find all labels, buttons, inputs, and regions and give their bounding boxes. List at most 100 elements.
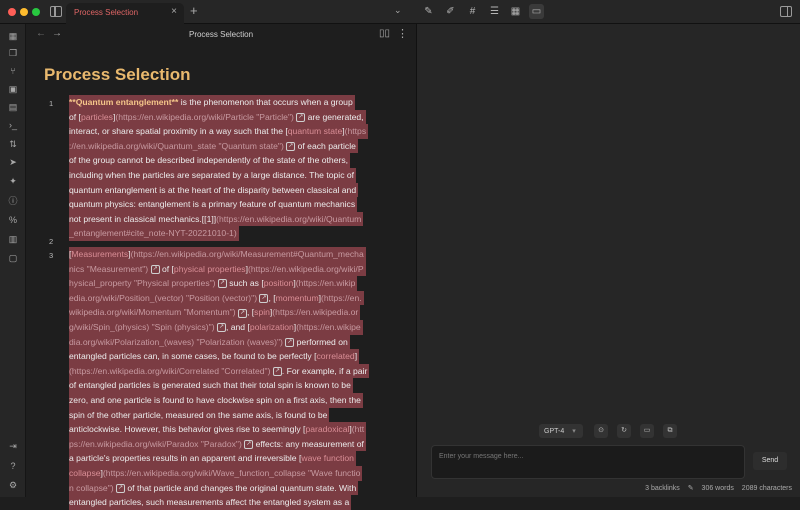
edit-pencil-icon[interactable]: ✎ bbox=[688, 485, 694, 492]
chat-icon[interactable]: ▭ bbox=[529, 4, 544, 19]
link-text[interactable]: paradoxical bbox=[305, 424, 349, 434]
link-text[interactable]: quantum state bbox=[288, 126, 342, 136]
text-line: collapse](https://en.wikipedia.org/wiki/… bbox=[69, 465, 363, 481]
terminal-icon[interactable]: ›_ bbox=[6, 118, 20, 132]
text-line: ps://en.wikipedia.org/wiki/Paradox "Para… bbox=[69, 436, 366, 452]
text-line: quantum physics: entanglement is a prima… bbox=[69, 197, 358, 212]
maximize-window-button[interactable] bbox=[32, 8, 40, 16]
list-icon[interactable]: ☰ bbox=[487, 4, 502, 19]
text-line: (https://en.wikipedia.org/wiki/Correlate… bbox=[69, 363, 370, 379]
save-chat-icon[interactable]: ▭ bbox=[640, 424, 654, 438]
link-text[interactable]: correlated bbox=[316, 351, 354, 361]
settings-icon[interactable]: ⚙ bbox=[6, 478, 20, 492]
text-line: spin of the other particle, measured on … bbox=[69, 407, 330, 423]
link-text[interactable]: particles bbox=[81, 112, 113, 122]
text-line: a particle's properties results in an ap… bbox=[69, 451, 356, 466]
line-number: 1 bbox=[49, 99, 54, 108]
right-sidebar-toggle-icon[interactable] bbox=[780, 6, 792, 17]
external-link-icon[interactable]: ↗ bbox=[296, 112, 306, 122]
line-number: 3 bbox=[49, 251, 54, 260]
link-text[interactable]: position bbox=[264, 278, 294, 288]
brush-settings-icon[interactable]: ✐ bbox=[443, 4, 458, 19]
pages-icon[interactable]: ▤ bbox=[6, 100, 20, 114]
calendar-icon[interactable]: ▦ bbox=[508, 4, 523, 19]
text-line: entangled particles, such measurements a… bbox=[69, 495, 352, 510]
graph-icon[interactable]: ⑂ bbox=[6, 64, 20, 78]
copy-icon[interactable]: ❐ bbox=[6, 46, 20, 60]
text-line: of entangled particles is generated such… bbox=[69, 378, 353, 393]
external-link-icon[interactable]: ↗ bbox=[216, 323, 226, 333]
external-link-icon[interactable]: ↗ bbox=[237, 308, 247, 318]
backlinks-count[interactable]: 3 backlinks bbox=[645, 485, 680, 492]
left-ribbon: ▦ ❐ ⑂ ▣ ▤ ›_ ⇅ ➤ ✦ ⓘ % ▥ ▢ ⇥ ? ⚙ bbox=[0, 24, 26, 497]
word-count: 306 words bbox=[701, 485, 734, 492]
external-link-icon[interactable]: ↗ bbox=[285, 337, 295, 347]
link-text[interactable]: momentum bbox=[276, 293, 319, 303]
external-link-icon[interactable]: ↗ bbox=[272, 366, 282, 376]
copilot-chat-pane: GPT-4 ▾ ⊙ ↻ ▭ ⧉ Enter your message here.… bbox=[416, 24, 800, 497]
sliders-icon[interactable]: ⇅ bbox=[6, 137, 20, 151]
bird-icon[interactable]: ✦ bbox=[6, 174, 20, 188]
paragraph-3[interactable]: [Measurements](https://en.wikipedia.org/… bbox=[69, 247, 397, 510]
more-options-icon[interactable]: ⋮ bbox=[397, 27, 408, 40]
minimize-window-button[interactable] bbox=[20, 8, 28, 16]
view-header-title[interactable]: Process Selection bbox=[27, 30, 415, 39]
text-line: interact, or share spatial proximity in … bbox=[69, 124, 369, 139]
paragraph-1[interactable]: **Quantum entanglement** is the phenomen… bbox=[69, 95, 397, 241]
text-line: anticlockwise. However, this behavior gi… bbox=[69, 422, 367, 437]
calendar-icon[interactable]: ▦ bbox=[6, 29, 20, 43]
title-bar: Process Selection × + ⌄ ✎ ✐ # ☰ ▦ ▭ bbox=[0, 0, 800, 24]
text-line: hysical_property "Physical properties") … bbox=[69, 276, 358, 291]
tab-process-selection[interactable]: Process Selection × bbox=[66, 3, 184, 24]
editor-pane: ← → Process Selection ▯▯ ⋮ Process Selec… bbox=[27, 24, 415, 510]
grid-icon[interactable]: ▣ bbox=[6, 82, 20, 96]
send-button[interactable]: Send bbox=[753, 452, 787, 470]
external-link-icon[interactable]: ↗ bbox=[150, 264, 160, 274]
new-tab-button[interactable]: + bbox=[190, 3, 198, 18]
link-text[interactable]: collapse bbox=[69, 468, 101, 478]
send-icon[interactable]: ➤ bbox=[6, 155, 20, 169]
text-line: **Quantum entanglement** is the phenomen… bbox=[69, 95, 355, 110]
help-icon[interactable]: ? bbox=[6, 459, 20, 473]
message-input[interactable]: Enter your message here... bbox=[431, 445, 745, 479]
external-link-icon[interactable]: ↗ bbox=[259, 294, 269, 304]
text-line: entangled particles can, in some cases, … bbox=[69, 349, 360, 364]
brush-icon[interactable]: ✎ bbox=[421, 4, 436, 19]
text-line: _entanglement#cite_note-NYT-20221010-1) bbox=[69, 226, 239, 241]
text-line: zero, and one particle is found to have … bbox=[69, 392, 363, 408]
external-link-icon[interactable]: ↗ bbox=[244, 439, 254, 449]
reading-view-icon[interactable]: ▯▯ bbox=[379, 28, 390, 39]
tab-label: Process Selection bbox=[74, 8, 139, 17]
help-circle-icon[interactable]: ⓘ bbox=[6, 194, 20, 208]
text-line: quantum entanglement is at the heart of … bbox=[69, 182, 359, 198]
calendar-today-icon[interactable]: ▥ bbox=[6, 232, 20, 246]
link-text[interactable]: wave function bbox=[301, 453, 354, 463]
left-sidebar-toggle-icon[interactable] bbox=[50, 6, 62, 17]
hash-icon[interactable]: # bbox=[465, 4, 480, 19]
model-select[interactable]: GPT-4 ▾ bbox=[539, 424, 583, 438]
text-line: of [particles](https://en.wikipedia.org/… bbox=[69, 109, 366, 125]
external-link-icon[interactable]: ↗ bbox=[217, 279, 227, 289]
text-line: [Measurements](https://en.wikipedia.org/… bbox=[69, 247, 366, 262]
tab-close-icon[interactable]: × bbox=[171, 6, 177, 17]
percent-icon[interactable]: % bbox=[6, 213, 20, 227]
line-number: 2 bbox=[49, 237, 54, 246]
text-line: not present in classical mechanics.[[1]]… bbox=[69, 211, 364, 227]
text-line: edia.org/wiki/Position_(vector) "Positio… bbox=[69, 290, 364, 306]
refresh-icon[interactable]: ↻ bbox=[617, 424, 631, 438]
link-text[interactable]: Measurements bbox=[71, 249, 128, 259]
tab-list-chevron-icon[interactable]: ⌄ bbox=[394, 5, 402, 16]
chat-bubble-icon[interactable]: ▢ bbox=[6, 251, 20, 265]
link-text[interactable]: physical properties bbox=[174, 264, 246, 274]
insert-icon[interactable]: ⧉ bbox=[663, 424, 677, 438]
text-line: dia.org/wiki/Polarization_(waves) "Polar… bbox=[69, 334, 350, 350]
external-link-icon[interactable]: ↗ bbox=[286, 142, 296, 152]
publish-icon[interactable]: ⇥ bbox=[6, 439, 20, 453]
external-link-icon[interactable]: ↗ bbox=[116, 483, 126, 493]
document-title[interactable]: Process Selection bbox=[44, 65, 190, 85]
close-window-button[interactable] bbox=[8, 8, 16, 16]
link-text[interactable]: spin bbox=[254, 307, 270, 317]
model-select-value: GPT-4 bbox=[544, 428, 565, 435]
stop-icon[interactable]: ⊙ bbox=[594, 424, 608, 438]
link-text[interactable]: polarization bbox=[250, 322, 294, 332]
